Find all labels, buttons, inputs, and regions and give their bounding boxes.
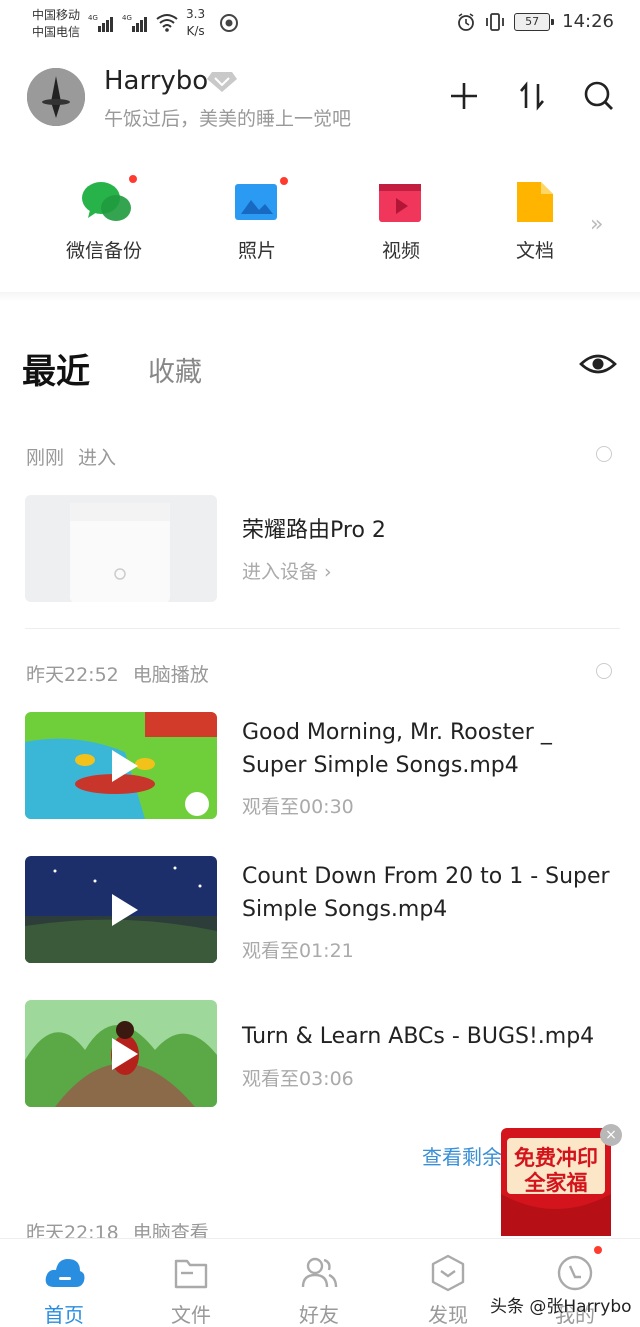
play-icon [112, 893, 138, 926]
promo-close-button[interactable]: × [600, 1124, 622, 1146]
watch-progress: 观看至01:21 [242, 940, 354, 962]
clock: 14:26 [562, 11, 614, 32]
group-header: 刚刚 进入 [26, 443, 130, 470]
wechat-icon [80, 174, 138, 226]
profile-tagline: 午饭过后，美美的睡上一觉吧 [104, 108, 352, 130]
avatar[interactable] [27, 68, 85, 126]
transfer-arrows-icon [520, 81, 544, 111]
carrier-info: 中国移动 中国电信 [32, 7, 80, 41]
wifi-icon [156, 14, 178, 32]
status-right: 57 14:26 [456, 11, 614, 32]
quick-videos[interactable]: 视频 [346, 170, 456, 263]
tab-recent[interactable]: 最近 [22, 344, 90, 393]
add-button[interactable] [446, 78, 482, 114]
more-categories-chevron-icon[interactable]: » [590, 212, 604, 237]
enter-device-link[interactable]: 进入设备 › [242, 557, 332, 584]
quick-label: 视频 [381, 240, 420, 262]
play-icon [112, 749, 138, 782]
group-time: 昨天22:52 [26, 664, 119, 686]
quick-label: 照片 [237, 240, 276, 262]
group-action: 电脑播放 [132, 664, 209, 686]
watch-progress: 观看至03:06 [242, 1068, 354, 1090]
carrier-1: 中国移动 [32, 8, 81, 22]
visibility-toggle[interactable] [578, 348, 618, 380]
item-title: Turn & Learn ABCs - BUGS!.mp4 [242, 1024, 595, 1049]
eye-icon [579, 354, 617, 374]
svg-text:4G: 4G [122, 14, 132, 22]
quick-documents[interactable]: 文档 [480, 170, 590, 263]
friends-icon [299, 1253, 339, 1293]
promo-text: 免费冲印 全家福 [514, 1146, 598, 1195]
item-title: 荣耀路由Pro 2 [242, 518, 386, 543]
nav-label: 好友 [299, 1303, 339, 1327]
nav-files[interactable]: 文件 [136, 1253, 246, 1327]
quick-label: 微信备份 [65, 240, 142, 262]
router-image [25, 495, 217, 602]
nav-label: 发现 [428, 1303, 468, 1327]
svg-text:4G: 4G [88, 14, 98, 22]
nav-label: 首页 [44, 1303, 84, 1327]
status-bar: 中国移动 中国电信 4G 4G 3.3 K/s 57 14:26 [0, 0, 640, 46]
folder-icon [171, 1253, 211, 1293]
section-divider [0, 292, 640, 302]
signal-icon: 4G [122, 14, 147, 32]
network-speed: 3.3 K/s [186, 7, 206, 38]
item-title: Count Down From 20 to 1 - Super Simple S… [242, 864, 610, 922]
nav-home[interactable]: 首页 [9, 1253, 119, 1327]
quick-wechat-backup[interactable]: 微信备份 [49, 170, 159, 263]
battery-indicator: 57 [514, 12, 555, 31]
transfer-button[interactable] [514, 78, 550, 114]
document-icon [511, 178, 559, 226]
carrier-2: 中国电信 [32, 25, 81, 39]
quick-access-bar: 微信备份 照片 视频 文档 [0, 170, 640, 280]
profile-icon [555, 1245, 603, 1293]
group-header: 昨天22:52 电脑播放 [26, 660, 223, 687]
item-title: Good Morning, Mr. Rooster _ Super Simple… [242, 720, 552, 778]
nav-label: 文件 [171, 1303, 211, 1327]
badge-dot [128, 174, 138, 184]
video-thumbnail [25, 856, 217, 963]
username[interactable]: Harrybo [104, 66, 208, 96]
video-thumbnail [25, 1000, 217, 1107]
list-item[interactable]: Good Morning, Mr. Rooster _ Super Simple… [0, 712, 640, 820]
nav-friends[interactable]: 好友 [264, 1253, 374, 1327]
discover-icon [428, 1253, 468, 1293]
list-item[interactable]: 荣耀路由Pro 2 进入设备 › [0, 495, 640, 603]
group-select-radio[interactable] [596, 446, 612, 462]
avatar-image [27, 68, 85, 126]
vibrate-icon [486, 12, 505, 31]
see-more-link[interactable]: 查看剩余 [422, 1141, 502, 1170]
app-notification-icon [220, 14, 238, 32]
vip-diamond-icon[interactable] [206, 70, 238, 94]
group-select-radio[interactable] [596, 663, 612, 679]
plus-icon [451, 83, 477, 109]
list-item[interactable]: Turn & Learn ABCs - BUGS!.mp4 观看至03:06 [0, 1000, 640, 1108]
video-icon [377, 178, 425, 226]
cloud-home-icon [44, 1253, 85, 1293]
watch-progress: 观看至00:30 [242, 796, 354, 818]
search-icon [584, 81, 613, 110]
nav-discover[interactable]: 发现 [393, 1253, 503, 1327]
group-action: 进入 [78, 447, 117, 469]
badge-dot [593, 1245, 603, 1255]
alarm-icon [458, 12, 475, 31]
promo-banner[interactable]: 免费冲印 全家福 [499, 1124, 613, 1238]
group-time: 刚刚 [26, 447, 65, 469]
search-button[interactable] [581, 78, 617, 114]
badge-dot [279, 176, 289, 186]
divider [25, 628, 620, 629]
tab-favorites[interactable]: 收藏 [148, 350, 202, 389]
play-icon [112, 1037, 138, 1070]
video-thumbnail [25, 712, 217, 819]
list-item[interactable]: Count Down From 20 to 1 - Super Simple S… [0, 856, 640, 964]
quick-photos[interactable]: 照片 [202, 170, 312, 263]
signal-icon: 4G [88, 14, 113, 32]
photo-icon [233, 176, 289, 226]
router-thumbnail [25, 495, 217, 602]
watermark: 头条 @张Harrybo [490, 1297, 632, 1317]
quick-label: 文档 [515, 240, 554, 262]
